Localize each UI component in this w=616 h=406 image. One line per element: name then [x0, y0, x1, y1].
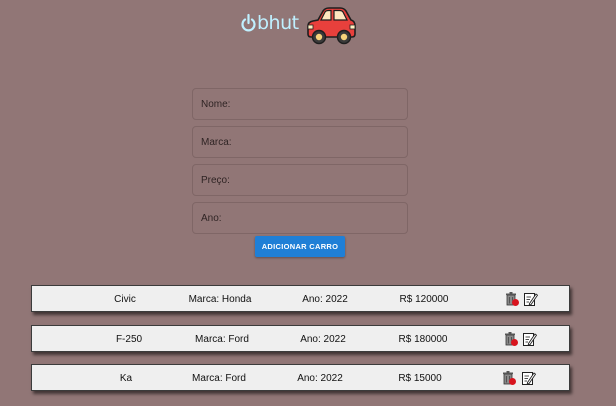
- power-icon: [241, 13, 256, 32]
- car-brand: Marca: Ford: [192, 373, 246, 384]
- price-input[interactable]: [201, 174, 407, 186]
- edit-icon[interactable]: [522, 331, 537, 347]
- brand-field[interactable]: [192, 126, 408, 158]
- name-input[interactable]: [201, 98, 407, 110]
- car-year: Ano: 2022: [297, 373, 343, 384]
- car-form: [192, 88, 408, 240]
- car-row: F-250 Marca: Ford Ano: 2022 R$ 180000: [31, 325, 570, 352]
- trash-icon[interactable]: [504, 331, 519, 347]
- car-brand: Marca: Honda: [188, 294, 252, 305]
- car-name: F-250: [115, 334, 143, 345]
- brand-input[interactable]: [201, 136, 407, 148]
- year-input[interactable]: [201, 212, 407, 224]
- logo: bhut: [240, 13, 299, 33]
- car-row: Civic Marca: Honda Ano: 2022 R$ 120000: [31, 285, 570, 312]
- car-year: Ano: 2022: [302, 294, 348, 305]
- name-field[interactable]: [192, 88, 408, 120]
- price-field[interactable]: [192, 164, 408, 196]
- car-name: Ka: [119, 373, 133, 384]
- add-car-button[interactable]: ADICIONAR CARRO: [255, 236, 345, 257]
- red-car-icon: [307, 7, 356, 45]
- trash-icon[interactable]: [502, 370, 517, 386]
- car-brand: Marca: Ford: [195, 334, 249, 345]
- car-price: R$ 15000: [398, 373, 442, 384]
- header: bhut: [0, 0, 616, 52]
- edit-icon[interactable]: [523, 291, 538, 307]
- year-field[interactable]: [192, 202, 408, 234]
- car-price: R$ 120000: [399, 294, 449, 305]
- car-price: R$ 180000: [398, 334, 448, 345]
- car-row: Ka Marca: Ford Ano: 2022 R$ 15000: [31, 364, 570, 391]
- logo-text: bhut: [257, 12, 299, 34]
- car-year: Ano: 2022: [300, 334, 346, 345]
- trash-icon[interactable]: [505, 291, 520, 307]
- car-name: Civic: [114, 294, 136, 305]
- edit-icon[interactable]: [521, 370, 536, 386]
